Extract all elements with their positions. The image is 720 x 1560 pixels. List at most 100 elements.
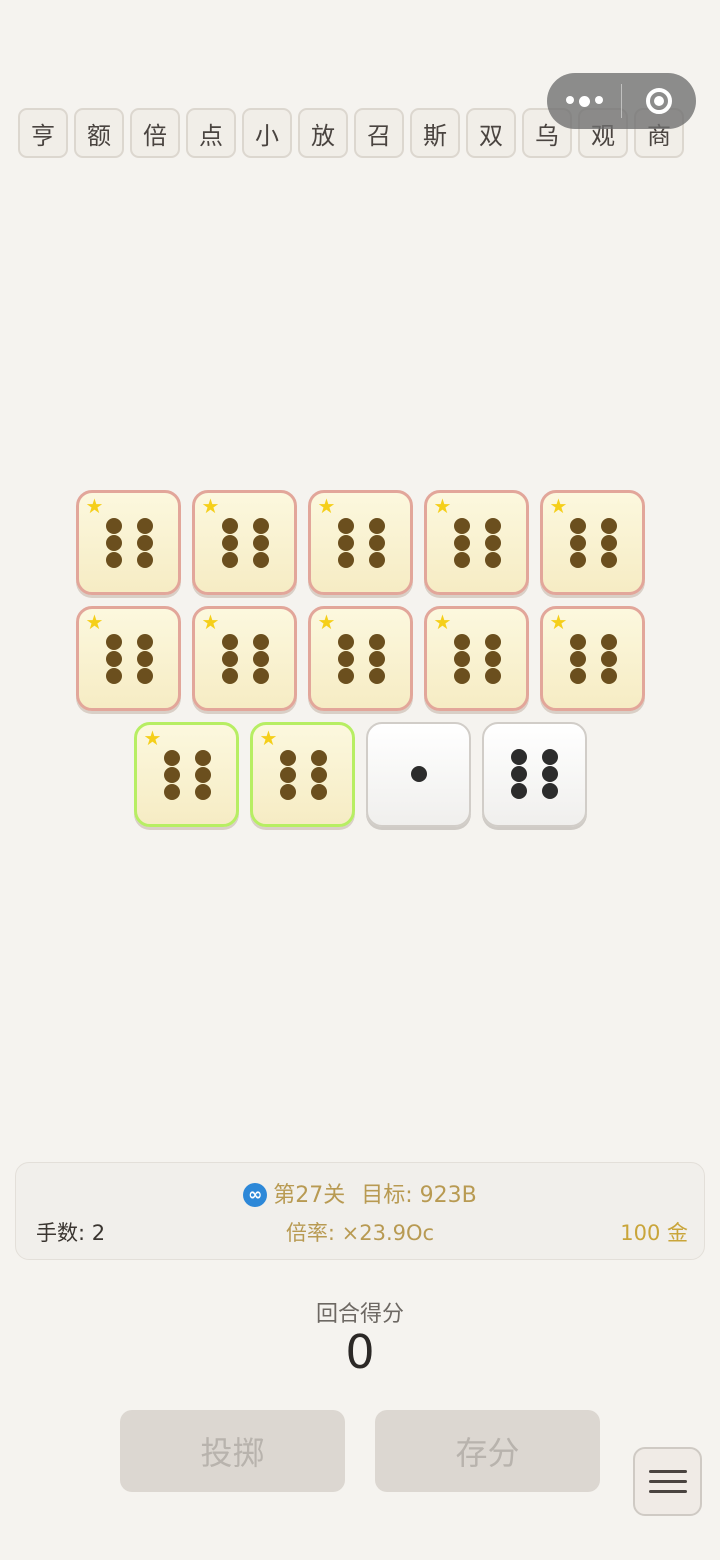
die-pip xyxy=(105,634,122,650)
die-pip xyxy=(221,552,238,568)
die-pips xyxy=(137,725,236,824)
die-pips xyxy=(79,493,178,592)
die-pip xyxy=(484,518,501,534)
die-pip xyxy=(510,783,527,799)
die-pip xyxy=(221,651,238,667)
bank-button[interactable]: 存分 xyxy=(375,1410,600,1492)
die-pip xyxy=(136,535,153,551)
die-scored[interactable]: ★ xyxy=(539,490,645,595)
die-pip xyxy=(510,766,527,782)
die-pip xyxy=(453,634,470,650)
die-pip xyxy=(252,668,269,684)
die-pip xyxy=(337,668,354,684)
die-pip xyxy=(136,552,153,568)
die-scored[interactable]: ★ xyxy=(307,606,413,711)
more-dots-icon[interactable] xyxy=(547,95,621,107)
die-pip xyxy=(105,651,122,667)
die-pip xyxy=(252,552,269,568)
ability-tag[interactable]: 额 xyxy=(74,108,124,158)
die-pip xyxy=(368,634,385,650)
die-pips xyxy=(427,493,526,592)
dice-row: ★ ★ ★ ★ ★ xyxy=(0,606,720,711)
die-pip xyxy=(194,750,211,766)
die-pip xyxy=(337,552,354,568)
die-pip xyxy=(569,535,586,551)
die-pips xyxy=(311,493,410,592)
die-pip xyxy=(310,750,327,766)
die-pip xyxy=(221,518,238,534)
roll-button[interactable]: 投掷 xyxy=(120,1410,345,1492)
die-pip xyxy=(453,535,470,551)
die-pip xyxy=(368,535,385,551)
ability-tag[interactable]: 放 xyxy=(298,108,348,158)
die-pip xyxy=(337,634,354,650)
die-pip xyxy=(600,552,617,568)
die-pip xyxy=(541,749,558,765)
round-score-value: 0 xyxy=(345,1325,375,1379)
infinity-icon: ∞ xyxy=(243,1183,268,1207)
die-pip xyxy=(484,651,501,667)
die-pip xyxy=(337,518,354,534)
die-pip xyxy=(194,784,211,800)
die-pip xyxy=(368,552,385,568)
die-held[interactable]: ★ xyxy=(249,722,355,827)
die-pip xyxy=(569,651,586,667)
die-pip xyxy=(105,535,122,551)
die-pip xyxy=(136,668,153,684)
die-pips xyxy=(311,609,410,708)
die-pip xyxy=(194,767,211,783)
die-pip xyxy=(105,518,122,534)
die-pip xyxy=(484,552,501,568)
ability-tag[interactable]: 点 xyxy=(186,108,236,158)
game-screen: 亨 额 倍 点 小 放 召 斯 双 乌 观 商 ★ ★ ★ ★ ★ ★ ★ ★ ★ ★ ★ ★ ∞ 第2… xyxy=(0,0,720,1560)
die-pip xyxy=(105,668,122,684)
die-free[interactable] xyxy=(481,722,587,827)
die-pip xyxy=(337,651,354,667)
ability-tag[interactable]: 召 xyxy=(354,108,404,158)
die-pip xyxy=(136,651,153,667)
miniprogram-capsule xyxy=(547,73,696,129)
die-scored[interactable]: ★ xyxy=(191,490,297,595)
die-pip xyxy=(368,668,385,684)
die-pip xyxy=(279,767,296,783)
die-pip xyxy=(310,784,327,800)
die-scored[interactable]: ★ xyxy=(307,490,413,595)
level-line: ∞ 第27关 目标: 923B xyxy=(16,1177,704,1209)
die-pips xyxy=(79,609,178,708)
die-pip xyxy=(569,518,586,534)
die-free[interactable] xyxy=(365,722,471,827)
die-scored[interactable]: ★ xyxy=(539,606,645,711)
round-score-label: 回合得分 xyxy=(315,1302,404,1327)
die-pip xyxy=(252,651,269,667)
ability-tag[interactable]: 倍 xyxy=(130,108,180,158)
die-scored[interactable]: ★ xyxy=(191,606,297,711)
die-pip xyxy=(600,535,617,551)
menu-icon[interactable] xyxy=(633,1447,702,1516)
die-pip xyxy=(105,552,122,568)
ability-tag[interactable]: 小 xyxy=(242,108,292,158)
die-pip xyxy=(136,634,153,650)
die-pip xyxy=(163,767,180,783)
die-pip xyxy=(279,750,296,766)
die-pip xyxy=(569,668,586,684)
die-pip xyxy=(368,651,385,667)
die-pip xyxy=(600,668,617,684)
ability-tag[interactable]: 亨 xyxy=(18,108,68,158)
ability-tag[interactable]: 斯 xyxy=(410,108,460,158)
die-scored[interactable]: ★ xyxy=(423,490,529,595)
die-scored[interactable]: ★ xyxy=(75,490,181,595)
die-pip xyxy=(600,518,617,534)
die-scored[interactable]: ★ xyxy=(75,606,181,711)
level-label: 第27关 xyxy=(273,1183,346,1208)
die-pip xyxy=(484,634,501,650)
die-pip xyxy=(221,535,238,551)
die-pips xyxy=(195,609,294,708)
target-circle-icon[interactable] xyxy=(622,88,696,114)
die-pips xyxy=(253,725,352,824)
die-scored[interactable]: ★ xyxy=(423,606,529,711)
die-pips xyxy=(543,609,642,708)
die-pip xyxy=(368,518,385,534)
ability-tag[interactable]: 双 xyxy=(466,108,516,158)
die-pip xyxy=(163,750,180,766)
die-held[interactable]: ★ xyxy=(133,722,239,827)
